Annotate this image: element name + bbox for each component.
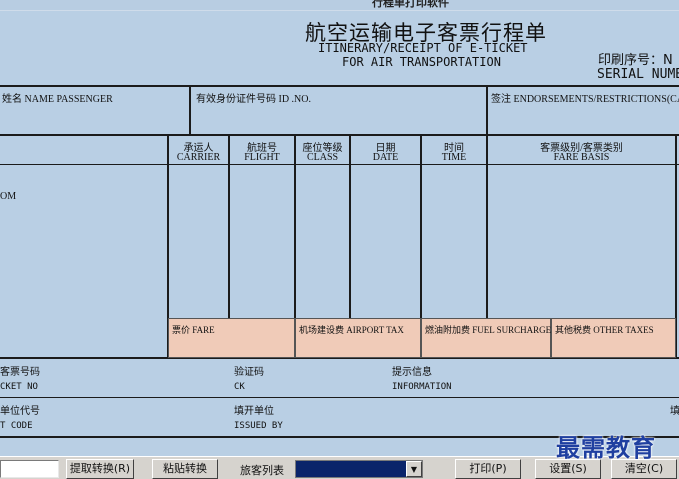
- agent-code-label-en: T CODE: [0, 421, 33, 431]
- window-title: 行程单打印软件: [372, 0, 449, 9]
- airport-tax-label: 机场建设费 AIRPORT TAX: [299, 325, 404, 335]
- dropdown-arrow-icon[interactable]: ▼: [406, 461, 422, 477]
- passenger-list-select[interactable]: ▼: [295, 460, 423, 478]
- ticket-title-en-1: ITINERARY/RECEIPT OF E-TICKET: [318, 41, 528, 55]
- rule-header: [0, 134, 679, 136]
- col-carrier-en: CARRIER: [176, 152, 221, 163]
- window-titlebar: 行程单打印软件: [0, 0, 679, 10]
- passenger-list-label: 旅客列表: [240, 464, 284, 477]
- itinerary-form: 航空运输电子客票行程单 ITINERARY/RECEIPT OF E-TICKE…: [0, 10, 679, 456]
- agent-code-label-cn: 单位代号: [0, 406, 40, 417]
- col-class-en: CLASS: [306, 152, 339, 163]
- serial-label-en: SERIAL NUMB: [597, 67, 679, 82]
- passenger-label: 姓名 NAME PASSENGER: [2, 94, 113, 105]
- other-taxes-cell[interactable]: 其他税费 OTHER TAXES: [551, 318, 676, 358]
- col-fare-basis-en: FARE BASIS: [553, 152, 610, 163]
- col-time-en: TIME: [441, 152, 467, 163]
- ticket-no-label-cn: 客票号码: [0, 367, 40, 378]
- extract-convert-button[interactable]: 提取转换(R): [66, 459, 134, 479]
- rule-top: [0, 85, 679, 87]
- paste-convert-button[interactable]: 粘贴转换: [152, 459, 218, 479]
- fare-label: 票价 FARE: [172, 325, 215, 335]
- divider-passenger: [189, 85, 191, 135]
- check-code-label-cn: 验证码: [234, 367, 264, 378]
- rule-ticket-no: [0, 397, 679, 398]
- ticket-title-en-2: FOR AIR TRANSPORTATION: [342, 55, 501, 69]
- col-flight-en: FLIGHT: [244, 152, 280, 163]
- serial-label-cn: 印刷序号：N: [598, 53, 673, 68]
- col-date-en: DATE: [372, 152, 399, 163]
- fuel-surcharge-cell[interactable]: 燃油附加费 FUEL SURCHARGE: [421, 318, 551, 358]
- endorsements-label: 签注 ENDORSEMENTS/RESTRICTIONS(CA: [491, 94, 679, 105]
- issued-by-label-cn: 填开单位: [234, 406, 274, 417]
- watermark-logo: 最需教育: [556, 434, 656, 462]
- other-taxes-label: 其他税费 OTHER TAXES: [555, 325, 654, 335]
- edge-label-cn: 填: [670, 406, 679, 417]
- print-button[interactable]: 打印(P): [455, 459, 521, 479]
- airport-tax-cell[interactable]: 机场建设费 AIRPORT TAX: [295, 318, 421, 358]
- ticket-no-label-en: CKET NO: [0, 382, 38, 392]
- fare-cell[interactable]: 票价 FARE: [168, 318, 295, 358]
- from-label: OM: [0, 191, 17, 202]
- information-label-en: INFORMATION: [392, 382, 452, 392]
- information-label-cn: 提示信息: [392, 367, 432, 378]
- rule-columns: [0, 164, 679, 165]
- ticket-input[interactable]: [0, 460, 59, 478]
- divider-id: [486, 85, 488, 135]
- issued-by-label-en: ISSUED BY: [234, 421, 283, 431]
- fuel-surcharge-label: 燃油附加费 FUEL SURCHARGE: [425, 325, 552, 335]
- check-code-label-en: CK: [234, 382, 245, 392]
- id-label: 有效身份证件号码 ID .NO.: [196, 94, 311, 105]
